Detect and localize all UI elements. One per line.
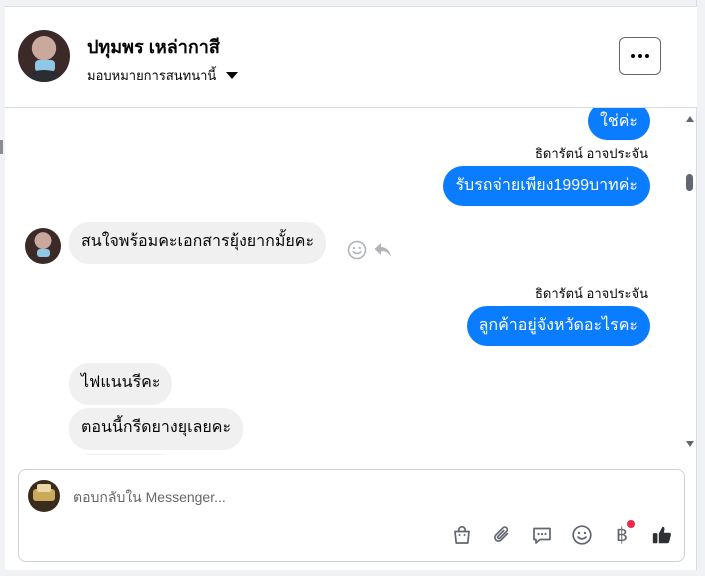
reply-composer: ฿: [18, 469, 685, 562]
notification-dot: [627, 520, 635, 528]
thumbs-up-icon[interactable]: [651, 524, 673, 546]
thread-scrollbar[interactable]: [684, 108, 697, 455]
window-bottom-edge: [5, 570, 697, 576]
incoming-message[interactable]: ไฟแนนรีคะ: [69, 363, 173, 405]
incoming-message[interactable]: สนใจพร้อมคะเอกสารยุ้งยากมั้ยคะ: [69, 222, 327, 264]
outgoing-message[interactable]: ใช่ค่ะ: [588, 108, 650, 140]
emoji-icon[interactable]: [571, 524, 593, 546]
composer-toolbar: ฿: [451, 520, 673, 546]
shopping-bag-icon[interactable]: [451, 524, 473, 546]
contact-name[interactable]: ปทุมพร เหล่ากาสี: [87, 32, 220, 61]
assign-conversation-dropdown[interactable]: มอบหมายการสนทนานี้: [87, 65, 239, 86]
sender-name: ธิดารัตน์ อาจประจัน: [534, 286, 648, 301]
page-avatar: [28, 480, 60, 512]
assign-conversation-label: มอบหมายการสนทนานี้: [87, 68, 217, 83]
window-top-edge: [5, 0, 697, 7]
reply-input[interactable]: [73, 486, 633, 508]
caret-down-icon: [226, 72, 239, 79]
more-dot: [631, 54, 635, 58]
baht-payment-icon[interactable]: ฿: [611, 520, 635, 546]
more-options-button[interactable]: [619, 37, 661, 75]
scroll-up-arrow-icon[interactable]: [686, 116, 694, 122]
outgoing-message[interactable]: รับรถจ่ายเพียง1999บาทค่ะ: [443, 166, 650, 206]
paperclip-icon[interactable]: [491, 524, 513, 546]
window-right-edge: [696, 0, 705, 576]
scroll-thumb[interactable]: [686, 174, 693, 191]
incoming-message-partial[interactable]: [69, 454, 179, 455]
contact-avatar[interactable]: [18, 30, 70, 82]
contact-avatar-small[interactable]: [25, 228, 61, 264]
saved-reply-icon[interactable]: [531, 524, 553, 546]
react-emoji-icon[interactable]: [347, 240, 367, 260]
message-actions: [347, 240, 393, 260]
incoming-message[interactable]: ตอนนี้กรีดยางยุเลยคะ: [69, 408, 244, 450]
more-dot: [638, 54, 642, 58]
scroll-down-arrow-icon[interactable]: [686, 441, 694, 447]
message-thread[interactable]: ใช่ค่ะ ธิดารัตน์ อาจประจัน รับรถจ่ายเพีย…: [5, 108, 684, 455]
sender-name: ธิดารัตน์ อาจประจัน: [534, 146, 648, 161]
outgoing-message[interactable]: ลูกค้าอยู่จังหวัดอะไรคะ: [466, 306, 650, 346]
conversation-header: ปทุมพร เหล่ากาสี มอบหมายการสนทนานี้: [5, 7, 697, 108]
more-dot: [645, 54, 649, 58]
reply-arrow-icon[interactable]: [373, 240, 393, 260]
